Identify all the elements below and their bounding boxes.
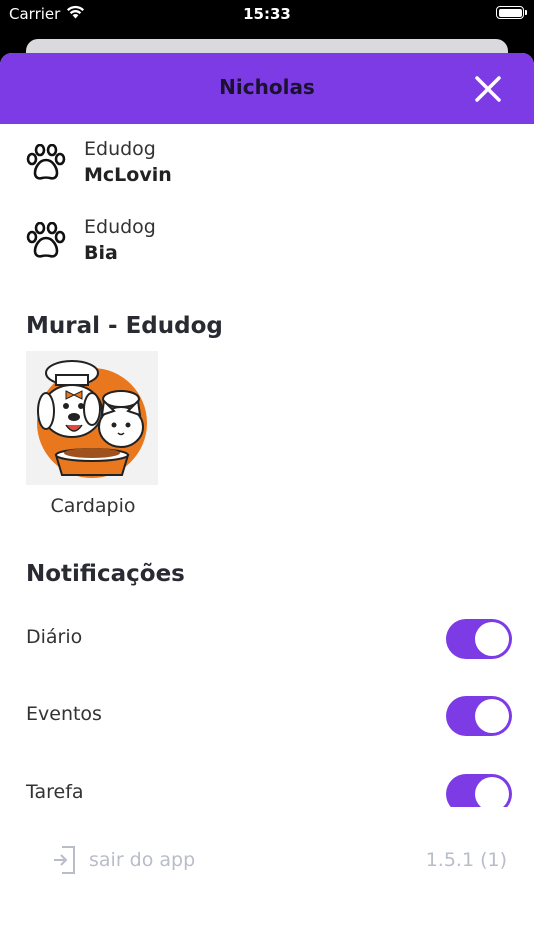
notification-label: Eventos (26, 703, 102, 725)
clock: 15:33 (243, 5, 291, 23)
status-bar: Carrier 15:33 (0, 0, 534, 30)
notifications-section-title: Notificações (26, 561, 185, 587)
mural-item-caption: Cardapio (50, 495, 136, 517)
pet-school: Edudog (84, 216, 156, 238)
paw-icon (26, 144, 66, 180)
notification-row-tarefa: Tarefa (26, 774, 512, 807)
paw-icon (26, 222, 66, 258)
logout-icon (54, 846, 75, 874)
app-version: 1.5.1 (1) (425, 849, 507, 871)
notification-row-diario: Diário (26, 619, 512, 663)
scroll-content[interactable]: Edudog McLovin Edudog Bia Mural - Edudog (0, 53, 534, 807)
pet-item-mclovin[interactable]: Edudog McLovin (26, 138, 426, 190)
pet-name: Bia (84, 242, 118, 264)
logout-label: sair do app (89, 849, 196, 871)
toggle-knob (475, 699, 509, 733)
mural-item-cardapio[interactable]: Cardapio (26, 351, 160, 517)
pet-name: McLovin (84, 164, 172, 186)
notification-row-eventos: Eventos (26, 696, 512, 740)
eventos-toggle[interactable] (446, 696, 512, 736)
notification-label: Tarefa (26, 781, 84, 803)
pet-school: Edudog (84, 138, 156, 160)
toggle-knob (475, 622, 509, 656)
battery-icon (496, 6, 527, 19)
profile-sheet: Nicholas Edudog McLovin Edudog Bia Mural… (0, 53, 534, 950)
sheet-footer: sair do app 1.5.1 (1) (0, 833, 534, 883)
mural-section-title: Mural - Edudog (26, 313, 223, 339)
notification-label: Diário (26, 626, 83, 648)
mural-thumbnail (26, 351, 158, 485)
pet-item-bia[interactable]: Edudog Bia (26, 216, 426, 268)
toggle-knob (475, 777, 509, 807)
diario-toggle[interactable] (446, 619, 512, 659)
dog-cat-chef-illustration-icon (26, 351, 158, 485)
tarefa-toggle[interactable] (446, 774, 512, 807)
